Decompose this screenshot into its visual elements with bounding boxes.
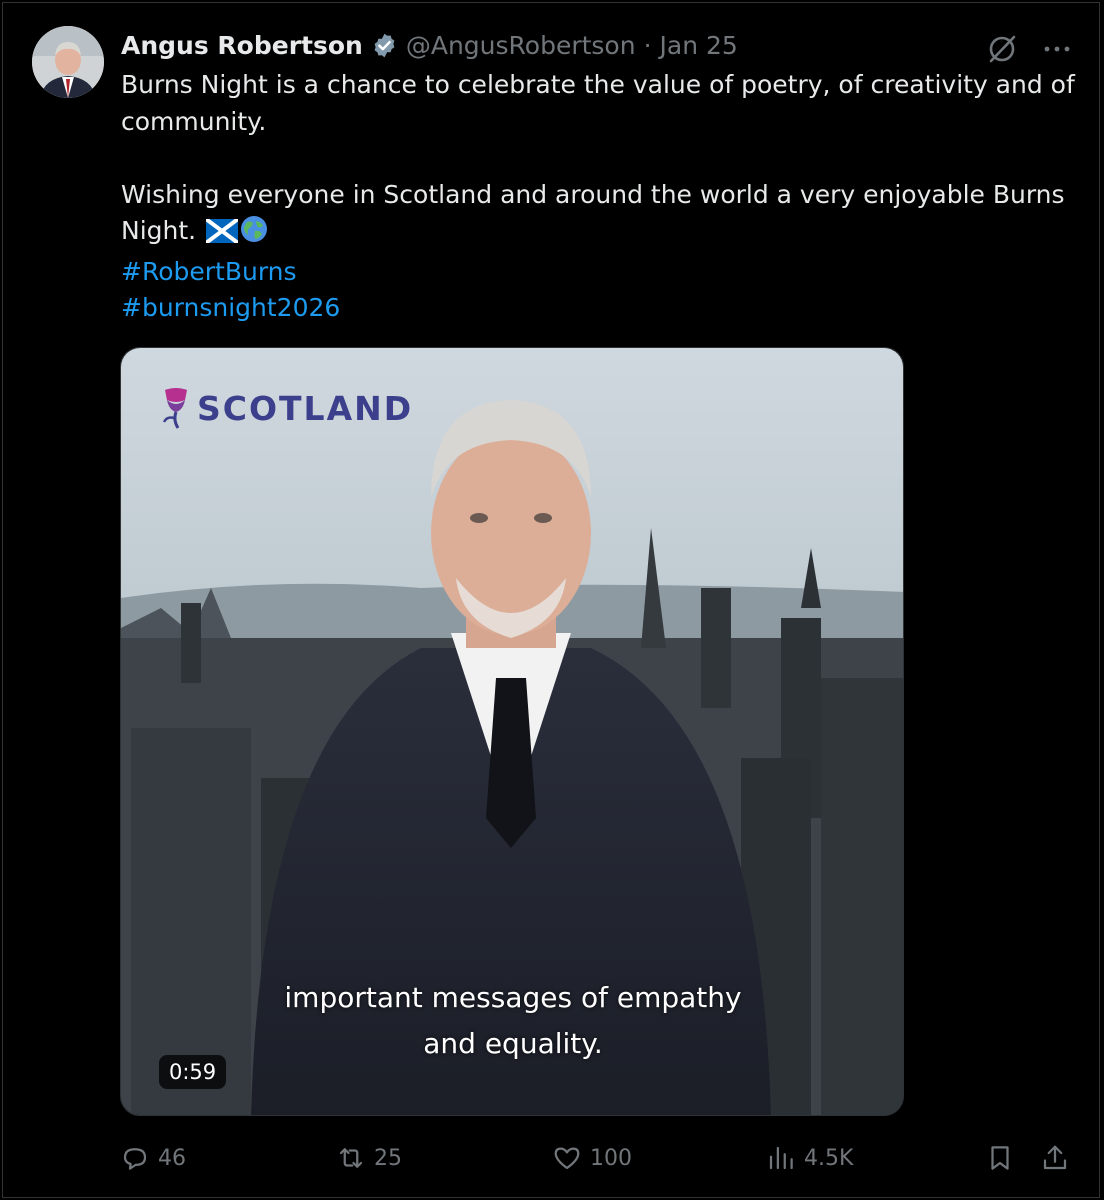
caption-line-1: important messages of empathy bbox=[284, 981, 742, 1014]
scotland-flag-icon bbox=[204, 217, 240, 254]
heart-icon bbox=[554, 1147, 580, 1170]
share-button[interactable] bbox=[1040, 1143, 1078, 1173]
video-duration: 0:59 bbox=[159, 1055, 227, 1089]
views-count: 4.5K bbox=[804, 1145, 854, 1171]
caption-line-2: and equality. bbox=[423, 1027, 603, 1060]
bookmark-button[interactable] bbox=[985, 1143, 1023, 1173]
more-options-icon[interactable] bbox=[1040, 32, 1074, 66]
share-icon bbox=[1043, 1145, 1067, 1170]
author-name[interactable]: Angus Robertson bbox=[121, 31, 363, 60]
video-caption: important messages of empathy and equali… bbox=[121, 975, 903, 1067]
reply-count: 46 bbox=[158, 1145, 186, 1171]
verified-badge-icon bbox=[371, 32, 398, 59]
hashtag-burnsnight2026[interactable]: #burnsnight2026 bbox=[121, 290, 1081, 327]
bookmark-icon bbox=[991, 1146, 1009, 1170]
views-icon bbox=[769, 1146, 793, 1170]
author-handle[interactable]: @AngusRobertson bbox=[406, 31, 636, 60]
tweet-paragraph-2: Wishing everyone in Scotland and around … bbox=[121, 177, 1081, 254]
grok-icon[interactable] bbox=[985, 32, 1019, 66]
repost-icon bbox=[339, 1148, 363, 1168]
separator-dot: · bbox=[643, 30, 652, 60]
repost-button[interactable]: 25 bbox=[336, 1143, 402, 1173]
like-count: 100 bbox=[590, 1145, 632, 1171]
tweet-paragraph-1: Burns Night is a chance to celebrate the… bbox=[121, 70, 1075, 136]
tweet-text: Burns Night is a chance to celebrate the… bbox=[121, 67, 1081, 327]
action-bar: 46 25 100 4.5K bbox=[0, 1143, 1104, 1179]
like-button[interactable]: 100 bbox=[552, 1143, 632, 1173]
reply-button[interactable]: 46 bbox=[120, 1143, 186, 1173]
video-player[interactable]: SCOTLAND important messages of empathy a… bbox=[120, 347, 904, 1116]
reply-icon bbox=[123, 1148, 147, 1170]
tweet-header: Angus Robertson @AngusRobertson · Jan 25 bbox=[121, 28, 738, 62]
repost-count: 25 bbox=[374, 1145, 402, 1171]
thistle-icon bbox=[162, 388, 187, 429]
tweet-date[interactable]: Jan 25 bbox=[660, 31, 738, 60]
views-button[interactable]: 4.5K bbox=[766, 1143, 853, 1173]
hashtag-robertburns[interactable]: #RobertBurns bbox=[121, 254, 1081, 291]
avatar[interactable] bbox=[32, 26, 104, 98]
scotland-logo-text: SCOTLAND bbox=[197, 388, 414, 428]
globe-icon bbox=[240, 215, 268, 254]
scotland-logo: SCOTLAND bbox=[161, 386, 413, 430]
